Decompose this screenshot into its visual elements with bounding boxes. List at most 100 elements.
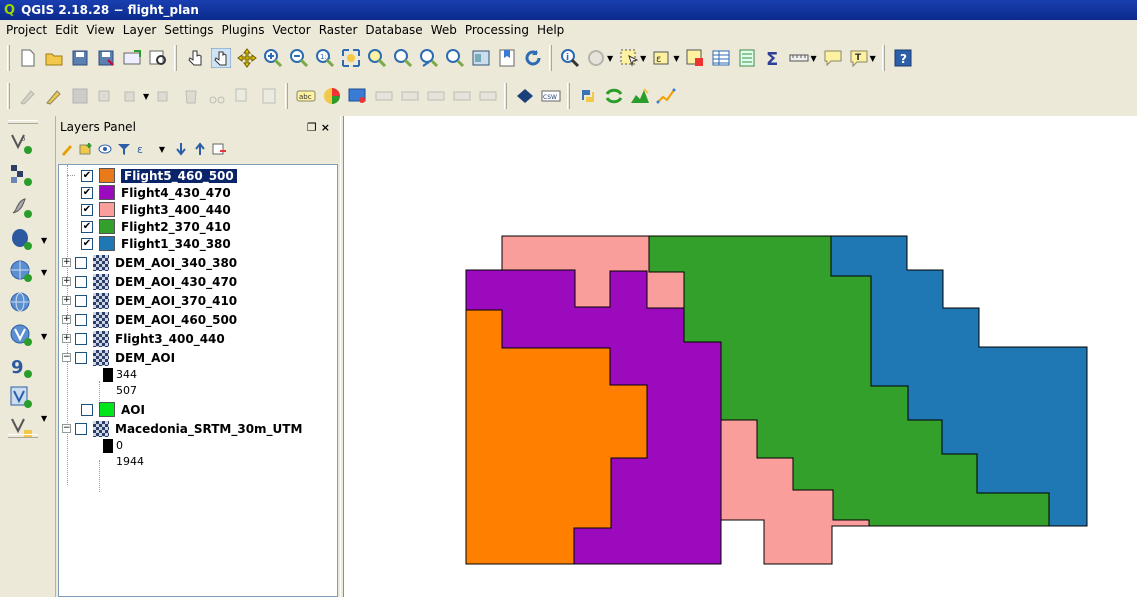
composer-manager-icon[interactable] <box>148 48 168 68</box>
menu-edit[interactable]: Edit <box>55 23 78 37</box>
menu-settings[interactable]: Settings <box>164 23 213 37</box>
add-feature-icon[interactable] <box>96 86 116 106</box>
plugin-reloader-icon[interactable] <box>604 86 624 106</box>
new-bookmark-icon[interactable] <box>497 48 517 68</box>
pan-to-selection-icon[interactable] <box>237 48 257 68</box>
change-label-properties-icon[interactable] <box>478 86 498 106</box>
layer-visibility-checkbox[interactable]: ✔ <box>81 169 93 182</box>
collapse-icon[interactable]: − <box>62 424 71 433</box>
menu-view[interactable]: View <box>86 23 114 37</box>
toolbar-grip[interactable] <box>174 45 177 71</box>
zoom-full-icon[interactable] <box>341 48 361 68</box>
statistics-icon[interactable]: Σ <box>763 48 783 68</box>
layer-symbol-swatch[interactable] <box>99 236 115 251</box>
expand-all-icon[interactable] <box>173 141 189 157</box>
layer-visibility-checkbox[interactable] <box>75 256 87 269</box>
layer-item-flight3[interactable]: ✔ Flight3_400_440 <box>71 201 231 218</box>
move-label-icon[interactable] <box>400 86 420 106</box>
menu-raster[interactable]: Raster <box>319 23 358 37</box>
chevron-down-icon[interactable]: ▼ <box>41 268 47 277</box>
paste-features-icon[interactable] <box>259 86 279 106</box>
zoom-to-layer-icon[interactable] <box>393 48 413 68</box>
add-postgis-layer-icon[interactable] <box>8 226 34 252</box>
chevron-down-icon[interactable]: ▼ <box>41 236 47 245</box>
touch-zoom-icon[interactable] <box>185 48 205 68</box>
zoom-to-selection-icon[interactable] <box>367 48 387 68</box>
layer-item-dem-aoi-430-470[interactable]: + DEM_AOI_430_470 <box>62 273 237 290</box>
add-delimited-text-layer-icon[interactable]: 9 <box>8 354 34 380</box>
new-project-icon[interactable] <box>18 48 38 68</box>
chevron-down-icon[interactable]: ▼ <box>640 54 646 63</box>
python-console-icon[interactable] <box>578 86 598 106</box>
zoom-native-icon[interactable]: 1:1 <box>315 48 335 68</box>
layer-visibility-checkbox[interactable] <box>75 422 87 435</box>
measure-icon[interactable] <box>789 48 809 68</box>
layer-symbol-swatch[interactable] <box>99 185 115 200</box>
menu-vector[interactable]: Vector <box>272 23 310 37</box>
layer-symbol-swatch[interactable] <box>99 402 115 417</box>
new-map-view-icon[interactable] <box>471 48 491 68</box>
layer-item-dem-aoi-460-500[interactable]: + DEM_AOI_460_500 <box>62 311 237 328</box>
label-tool-icon[interactable]: abc <box>296 86 316 106</box>
change-label-icon[interactable] <box>452 86 472 106</box>
menu-help[interactable]: Help <box>537 23 564 37</box>
menu-database[interactable]: Database <box>365 23 422 37</box>
expand-icon[interactable]: + <box>62 258 71 267</box>
layer-item-flight1[interactable]: ✔ Flight1_340_380 <box>71 235 231 252</box>
flight-line-icon[interactable] <box>656 86 676 106</box>
cut-features-icon[interactable] <box>207 86 227 106</box>
layer-visibility-checkbox[interactable] <box>75 313 87 326</box>
zoom-next-icon[interactable] <box>445 48 465 68</box>
add-spatialite-layer-icon[interactable] <box>8 194 34 220</box>
layer-visibility-checkbox[interactable]: ✔ <box>81 203 93 216</box>
panel-float-close-buttons[interactable]: ❐× <box>307 121 334 134</box>
pin-labels-icon[interactable] <box>348 86 368 106</box>
menu-plugins[interactable]: Plugins <box>221 23 264 37</box>
collapse-all-icon[interactable] <box>192 141 208 157</box>
layer-item-aoi[interactable]: AOI <box>71 401 145 418</box>
layer-visibility-checkbox[interactable]: ✔ <box>81 220 93 233</box>
chevron-down-icon[interactable]: ▼ <box>143 92 149 101</box>
expand-icon[interactable]: + <box>62 334 71 343</box>
toolbar-grip[interactable] <box>8 434 38 438</box>
layer-item-dem-aoi[interactable]: − DEM_AOI <box>62 349 175 366</box>
toggle-editing-icon[interactable] <box>44 86 64 106</box>
text-annotation-icon[interactable]: T <box>849 48 869 68</box>
remove-layer-icon[interactable] <box>211 141 227 157</box>
save-project-icon[interactable] <box>70 48 90 68</box>
layer-visibility-checkbox[interactable] <box>75 332 87 345</box>
toolbar-grip[interactable] <box>549 45 552 71</box>
layer-item-macedonia-srtm[interactable]: − Macedonia_SRTM_30m_UTM <box>62 420 302 437</box>
move-feature-icon[interactable] <box>122 86 142 106</box>
layer-visibility-checkbox[interactable]: ✔ <box>81 237 93 250</box>
add-virtual-layer-icon[interactable] <box>8 384 34 410</box>
deselect-icon[interactable] <box>685 48 705 68</box>
map-canvas[interactable] <box>344 116 1137 597</box>
chevron-down-icon[interactable]: ▼ <box>870 54 876 63</box>
add-wcs-layer-icon[interactable] <box>8 290 34 316</box>
layer-visibility-checkbox[interactable] <box>75 275 87 288</box>
zoom-in-icon[interactable] <box>263 48 283 68</box>
menu-layer[interactable]: Layer <box>123 23 156 37</box>
attribute-table-icon[interactable] <box>711 48 731 68</box>
collapse-icon[interactable]: − <box>62 353 71 362</box>
chevron-down-icon[interactable]: ▼ <box>41 332 47 341</box>
layer-item-flight5[interactable]: ✔ Flight5_460_500 <box>67 167 237 184</box>
chevron-down-icon[interactable]: ▼ <box>607 54 613 63</box>
toolbar-grip[interactable] <box>881 45 885 71</box>
layer-symbol-swatch[interactable] <box>99 219 115 234</box>
select-features-icon[interactable] <box>619 48 639 68</box>
save-edits-icon[interactable] <box>70 86 90 106</box>
eye-icon[interactable] <box>97 141 113 157</box>
identify-icon[interactable]: i <box>560 48 580 68</box>
node-tool-icon[interactable] <box>155 86 175 106</box>
pan-icon[interactable] <box>211 48 231 68</box>
add-raster-layer-icon[interactable] <box>8 162 34 188</box>
expand-icon[interactable]: + <box>62 277 71 286</box>
add-wfs-layer-icon[interactable] <box>8 322 34 348</box>
toolbar-grip[interactable] <box>504 83 508 109</box>
select-by-expression-icon[interactable]: ε <box>652 48 672 68</box>
layer-item-flight4[interactable]: ✔ Flight4_430_470 <box>71 184 231 201</box>
add-wms-layer-icon[interactable] <box>8 258 34 284</box>
layer-visibility-checkbox[interactable]: ✔ <box>81 186 93 199</box>
